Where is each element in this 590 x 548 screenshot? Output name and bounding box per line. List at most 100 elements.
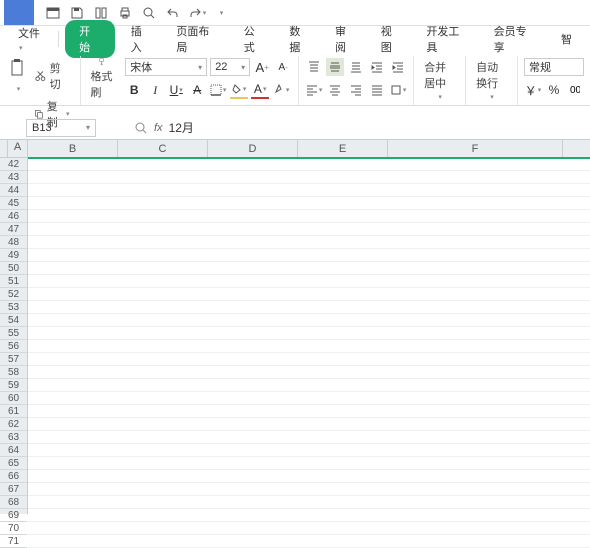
grid-row[interactable] xyxy=(28,366,590,379)
grid-row[interactable] xyxy=(28,483,590,496)
row-header[interactable]: 64 xyxy=(0,444,27,457)
grid-row[interactable] xyxy=(28,379,590,392)
row-header[interactable]: 46 xyxy=(0,210,27,223)
grid-row[interactable] xyxy=(28,340,590,353)
corner-cell[interactable]: A xyxy=(0,140,27,158)
row-header[interactable]: 48 xyxy=(0,236,27,249)
row-header[interactable]: 56 xyxy=(0,340,27,353)
row-header[interactable]: 57 xyxy=(0,353,27,366)
cut-button[interactable]: 剪切 xyxy=(30,58,74,94)
grid-row[interactable] xyxy=(28,210,590,223)
grid-row[interactable] xyxy=(28,327,590,340)
grid-row[interactable] xyxy=(28,184,590,197)
row-header[interactable]: 50 xyxy=(0,262,27,275)
grid-row[interactable] xyxy=(28,418,590,431)
bold-button[interactable]: B xyxy=(125,81,143,99)
align-bottom-icon[interactable] xyxy=(347,58,365,76)
percent-button[interactable]: % xyxy=(545,81,563,99)
column-header[interactable]: B xyxy=(28,140,118,157)
font-grow-icon[interactable]: A+ xyxy=(253,58,271,76)
grid-row[interactable] xyxy=(28,249,590,262)
align-center-icon[interactable] xyxy=(326,81,344,99)
row-header[interactable]: 43 xyxy=(0,171,27,184)
grid-row[interactable] xyxy=(28,509,590,522)
menu-dev[interactable]: 开发工具 xyxy=(414,19,481,59)
grid-row[interactable] xyxy=(28,431,590,444)
row-header[interactable]: 51 xyxy=(0,275,27,288)
row-header[interactable]: 62 xyxy=(0,418,27,431)
row-header[interactable]: 53 xyxy=(0,301,27,314)
grid-row[interactable] xyxy=(28,158,590,171)
underline-button[interactable]: U xyxy=(167,81,185,99)
merge-button[interactable]: 合并居中 xyxy=(420,56,459,102)
grid-row[interactable] xyxy=(28,457,590,470)
row-header[interactable]: 45 xyxy=(0,197,27,210)
menu-more[interactable]: 智 xyxy=(549,27,584,51)
painter-button[interactable]: 格式刷 xyxy=(87,56,118,102)
orientation-icon[interactable] xyxy=(389,81,407,99)
menu-layout[interactable]: 页面布局 xyxy=(164,19,231,59)
column-header[interactable]: D xyxy=(208,140,298,157)
grid-row[interactable] xyxy=(28,470,590,483)
grid-row[interactable] xyxy=(28,522,590,535)
name-box[interactable]: B13▾ xyxy=(26,119,96,137)
menu-formula[interactable]: 公式 xyxy=(232,19,278,59)
qat-home-icon[interactable] xyxy=(42,3,64,23)
grid-row[interactable] xyxy=(28,171,590,184)
grid-row[interactable] xyxy=(28,197,590,210)
row-header[interactable]: 54 xyxy=(0,314,27,327)
align-right-icon[interactable] xyxy=(347,81,365,99)
row-header[interactable]: 52 xyxy=(0,288,27,301)
strike-button[interactable]: A xyxy=(188,81,206,99)
fx-icon[interactable]: fx xyxy=(154,122,163,134)
menu-insert[interactable]: 插入 xyxy=(119,19,165,59)
grid-row[interactable] xyxy=(28,314,590,327)
row-header[interactable]: 61 xyxy=(0,405,27,418)
row-header[interactable]: 66 xyxy=(0,470,27,483)
row-header[interactable]: 49 xyxy=(0,249,27,262)
menu-member[interactable]: 会员专享 xyxy=(482,19,549,59)
grid-row[interactable] xyxy=(28,392,590,405)
align-middle-icon[interactable] xyxy=(326,58,344,76)
comma-button[interactable]: 00 xyxy=(566,81,584,99)
column-header[interactable]: E xyxy=(298,140,388,157)
align-left-icon[interactable] xyxy=(305,81,323,99)
grid-row[interactable] xyxy=(28,288,590,301)
row-header[interactable]: 59 xyxy=(0,379,27,392)
grid-row[interactable] xyxy=(28,535,590,548)
currency-button[interactable]: ￥ xyxy=(524,81,542,99)
row-header[interactable]: 44 xyxy=(0,184,27,197)
align-justify-icon[interactable] xyxy=(368,81,386,99)
row-header[interactable]: 71 xyxy=(0,535,27,548)
row-header[interactable]: 47 xyxy=(0,223,27,236)
italic-button[interactable]: I xyxy=(146,81,164,99)
grid-row[interactable] xyxy=(28,301,590,314)
paste-button[interactable] xyxy=(6,56,30,80)
row-header[interactable]: 65 xyxy=(0,457,27,470)
grid-row[interactable] xyxy=(28,444,590,457)
menu-data[interactable]: 数据 xyxy=(277,19,323,59)
font-shrink-icon[interactable]: A- xyxy=(274,58,292,76)
font-name-select[interactable]: 宋体▾ xyxy=(125,58,207,76)
number-format-select[interactable]: 常规 xyxy=(524,58,584,76)
grid-row[interactable] xyxy=(28,223,590,236)
indent-dec-icon[interactable] xyxy=(368,58,386,76)
grid-row[interactable] xyxy=(28,496,590,509)
grid-row[interactable] xyxy=(28,405,590,418)
wrap-button[interactable]: 自动换行 xyxy=(472,56,511,102)
paste-dropdown[interactable] xyxy=(16,84,21,93)
indent-inc-icon[interactable] xyxy=(389,58,407,76)
grid-row[interactable] xyxy=(28,236,590,249)
row-header[interactable]: 55 xyxy=(0,327,27,340)
grid-row[interactable] xyxy=(28,262,590,275)
font-color-button[interactable]: A xyxy=(251,81,269,99)
menu-review[interactable]: 审阅 xyxy=(323,19,369,59)
fill-color-button[interactable] xyxy=(230,81,248,99)
formula-value[interactable]: 12月 xyxy=(169,119,194,136)
zoom-icon[interactable] xyxy=(134,121,148,135)
column-header[interactable]: F xyxy=(388,140,563,157)
row-header[interactable]: 70 xyxy=(0,522,27,535)
font-size-select[interactable]: 22▾ xyxy=(210,58,250,76)
row-header[interactable]: 63 xyxy=(0,431,27,444)
cells-area[interactable]: BCDEF xyxy=(28,140,590,514)
